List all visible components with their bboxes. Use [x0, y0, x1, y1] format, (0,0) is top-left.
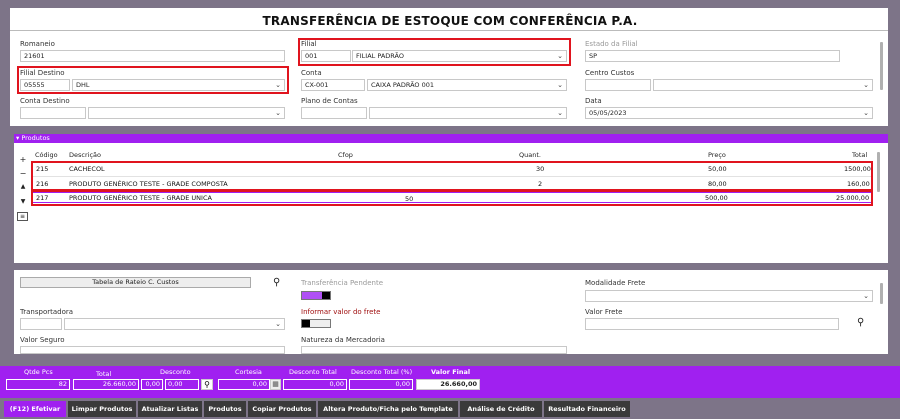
selected-row-highlight — [31, 190, 873, 206]
natureza-label: Natureza da Mercadoria — [301, 336, 385, 344]
data-value: 05/05/2023 — [589, 109, 627, 117]
centro-custos-select[interactable]: ⌄ — [653, 79, 873, 91]
col-quant: Quant. — [519, 151, 541, 159]
conta-label: Conta — [301, 69, 322, 77]
conta-name: CAIXA PADRÃO 001 — [371, 81, 434, 89]
valor-final-field: 26.660,00 — [416, 379, 480, 390]
romaneio-field[interactable]: 21601 — [20, 50, 285, 62]
qtde-pcs-field: 82 — [6, 379, 70, 390]
chevron-down-icon: ⌄ — [557, 109, 563, 117]
centro-custos-label: Centro Custos — [585, 69, 635, 77]
analise-credito-button[interactable]: Análise de Crédito — [460, 401, 542, 417]
transportadora-label: Transportadora — [20, 308, 74, 316]
search-icon[interactable]: ⚲ — [273, 277, 280, 288]
rows-highlight — [31, 161, 873, 191]
title-divider — [10, 30, 888, 31]
desconto-field-2[interactable]: 0,00 — [165, 379, 199, 390]
copiar-produtos-button[interactable]: Copiar Produtos — [248, 401, 316, 417]
col-total: Total — [852, 151, 868, 159]
desconto-field-1[interactable]: 0,00 — [141, 379, 163, 390]
calculator-icon[interactable]: ▦ — [270, 379, 281, 390]
col-descricao: Descrição — [69, 151, 101, 159]
cortesia-label: Cortesia — [235, 368, 262, 376]
desconto-total-pct-field: 0,00 — [349, 379, 413, 390]
transferencia-pendente-label: Transferência Pendente — [301, 279, 383, 287]
valor-seguro-label: Valor Seguro — [20, 336, 65, 344]
conta-destino-select[interactable]: ⌄ — [88, 107, 285, 119]
header-scrollbar[interactable] — [880, 42, 883, 90]
produtos-button[interactable]: Produtos — [204, 401, 246, 417]
qtde-pcs-label: Qtde Pcs — [24, 368, 53, 376]
efetivar-button[interactable]: (F12) Efetivar — [4, 401, 66, 417]
transportadora-code-field[interactable] — [20, 318, 62, 330]
resultado-financeiro-button[interactable]: Resultado Financeiro — [544, 401, 630, 417]
page-title: TRANSFERÊNCIA DE ESTOQUE COM CONFERÊNCIA… — [262, 14, 638, 28]
lower-scrollbar[interactable] — [880, 283, 883, 304]
data-label: Data — [585, 97, 602, 105]
plano-contas-code-field[interactable] — [301, 107, 367, 119]
estado-field: SP — [585, 50, 840, 62]
valor-final-label: Valor Final — [431, 368, 471, 376]
altera-produto-button[interactable]: Altera Produto/Ficha pelo Template — [318, 401, 458, 417]
valor-frete-label: Valor Frete — [585, 308, 623, 316]
plano-contas-label: Plano de Contas — [301, 97, 358, 105]
valor-frete-field[interactable] — [585, 318, 839, 330]
romaneio-label: Romaneio — [20, 40, 55, 48]
modalidade-frete-label: Modalidade Frete — [585, 279, 646, 287]
move-up-button[interactable]: ▲ — [19, 183, 27, 190]
col-cfop: Cfop — [338, 151, 353, 159]
chevron-down-icon: ⌄ — [863, 292, 869, 300]
edit-row-icon[interactable]: ≡ — [17, 212, 28, 221]
chevron-down-icon: ⌄ — [863, 109, 869, 117]
data-field[interactable]: 05/05/2023 ⌄ — [585, 107, 873, 119]
rateio-button[interactable]: Tabela de Rateio C. Custos — [20, 277, 251, 288]
add-row-button[interactable]: + — [19, 155, 27, 164]
desconto-label: Desconto — [160, 368, 191, 376]
informar-frete-toggle[interactable] — [301, 319, 331, 328]
desconto-total-pct-label: Desconto Total (%) — [351, 368, 413, 376]
conta-destino-code-field[interactable] — [20, 107, 86, 119]
col-codigo: Código — [35, 151, 58, 159]
filial-destino-highlight — [17, 66, 289, 94]
conta-destino-label: Conta Destino — [20, 97, 70, 105]
produtos-header[interactable]: ▾ Produtos — [14, 134, 888, 143]
remove-row-button[interactable]: − — [19, 169, 27, 178]
conta-code-field[interactable]: CX-001 — [301, 79, 365, 91]
total-label: Total — [96, 370, 112, 378]
col-preco: Preço — [708, 151, 726, 159]
natureza-field[interactable] — [301, 346, 567, 354]
toggle-knob — [302, 320, 310, 327]
desconto-total-label: Desconto Total — [289, 368, 337, 376]
plano-contas-select[interactable]: ⌄ — [369, 107, 567, 119]
move-down-button[interactable]: ▼ — [19, 198, 27, 205]
produtos-section-label: Produtos — [21, 134, 50, 142]
chevron-down-icon: ⌄ — [557, 81, 563, 89]
filial-highlight — [298, 38, 571, 66]
conta-select[interactable]: CAIXA PADRÃO 001 ⌄ — [367, 79, 567, 91]
transportadora-select[interactable]: ⌄ — [64, 318, 285, 330]
search-icon[interactable]: ⚲ — [857, 317, 864, 328]
toggle-knob — [322, 292, 330, 299]
limpar-produtos-button[interactable]: Limpar Produtos — [68, 401, 136, 417]
estado-label: Estado da Filial — [585, 40, 638, 48]
desconto-total-field: 0,00 — [283, 379, 347, 390]
centro-custos-code-field[interactable] — [585, 79, 651, 91]
chevron-down-icon: ⌄ — [275, 320, 281, 328]
modalidade-frete-select[interactable]: ⌄ — [585, 290, 873, 302]
cortesia-field: 0,00 — [218, 379, 270, 390]
transferencia-pendente-toggle[interactable] — [301, 291, 331, 300]
chevron-down-icon: ⌄ — [863, 81, 869, 89]
produtos-scrollbar[interactable] — [877, 152, 880, 192]
chevron-down-icon: ⌄ — [275, 109, 281, 117]
valor-seguro-field[interactable] — [20, 346, 285, 354]
atualizar-listas-button[interactable]: Atualizar Listas — [138, 401, 202, 417]
total-field: 26.660,00 — [73, 379, 139, 390]
informar-frete-label: Informar valor do frete — [301, 308, 381, 316]
search-icon[interactable]: ⚲ — [201, 379, 213, 390]
